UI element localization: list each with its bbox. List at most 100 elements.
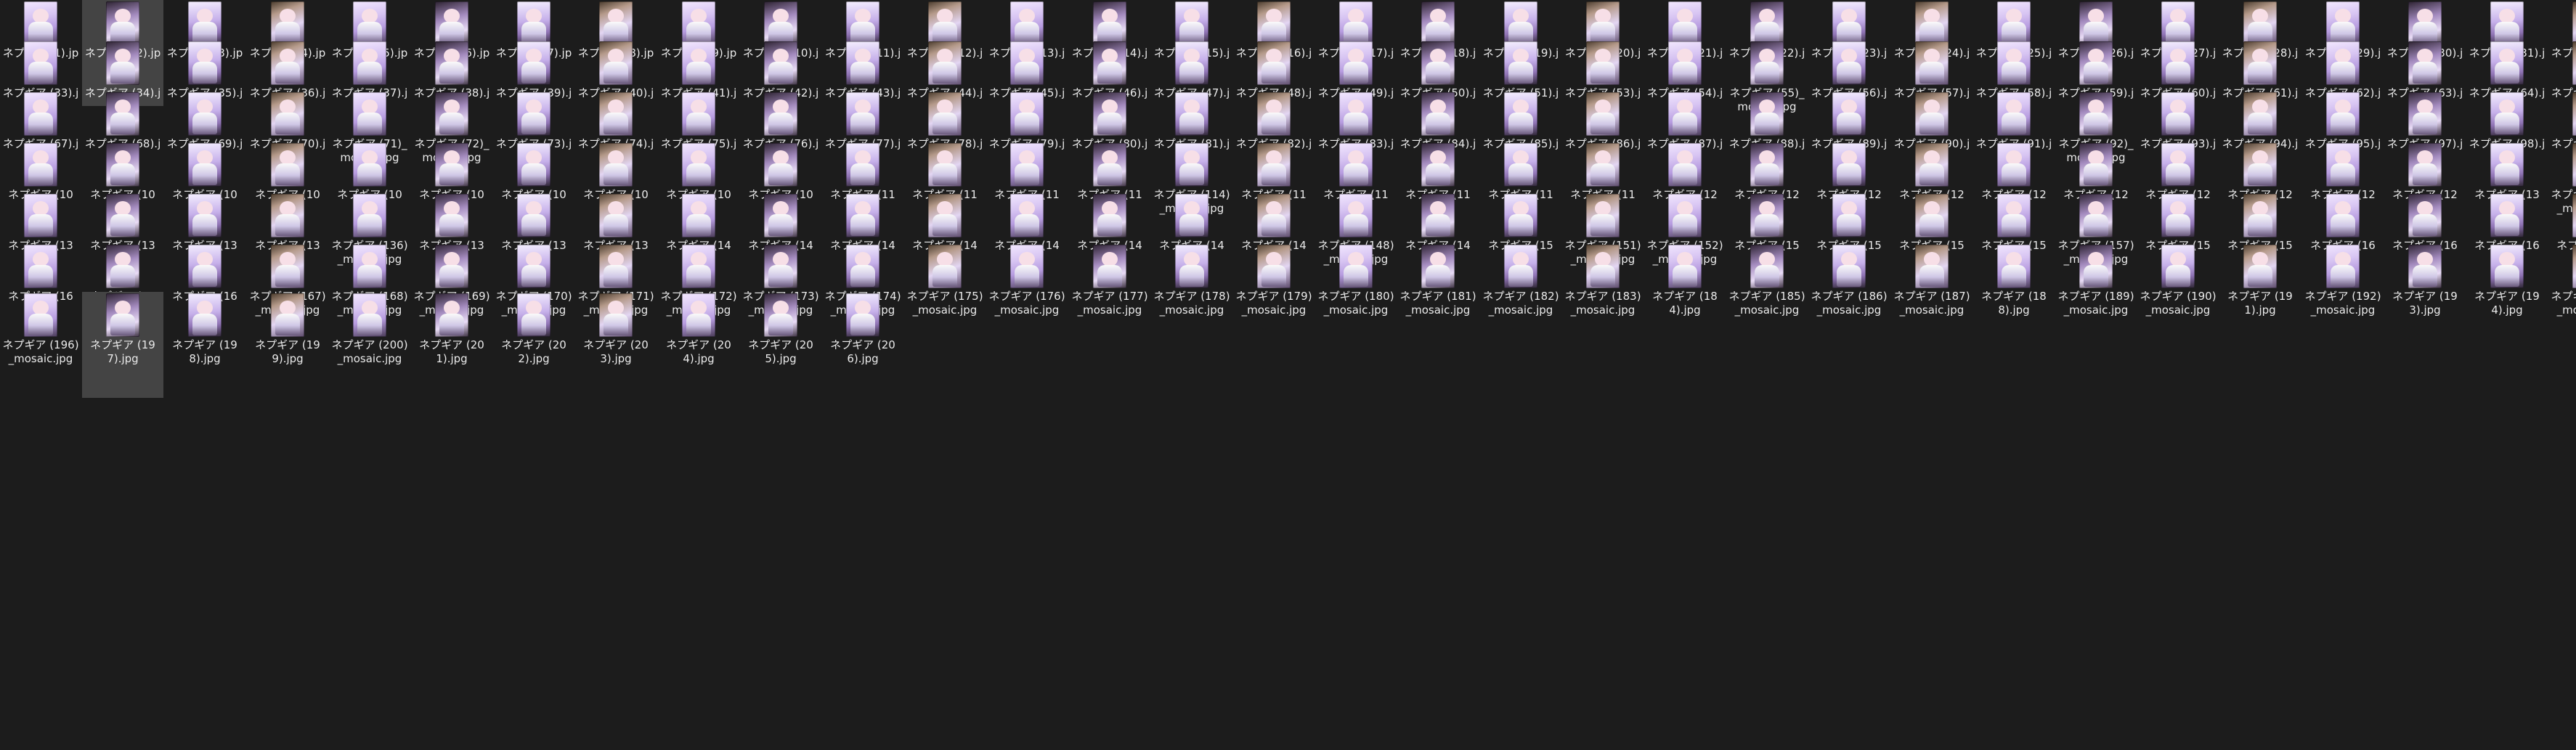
image-thumbnail-icon	[1997, 245, 2031, 288]
file-item[interactable]: ネプギア (191).jpg	[2219, 243, 2301, 349]
file-item[interactable]: ネプギア (198).jpg	[164, 292, 245, 398]
file-item[interactable]: ネプギア (189)_mosaic.jpg	[2055, 243, 2137, 349]
image-thumbnail-icon	[1997, 92, 2031, 136]
image-thumbnail-icon	[2490, 245, 2524, 288]
image-thumbnail-icon	[1915, 143, 1949, 187]
image-thumbnail-icon	[106, 245, 139, 288]
file-name: ネプギア (178)_mosaic.jpg	[1153, 290, 1230, 317]
image-thumbnail-icon	[1997, 194, 2031, 237]
image-thumbnail-icon	[1010, 1, 1044, 45]
file-item[interactable]: ネプギア (201).jpg	[411, 292, 492, 398]
image-thumbnail-icon	[24, 245, 57, 288]
file-name: ネプギア (187)_mosaic.jpg	[1893, 290, 1970, 317]
file-item[interactable]: ネプギア (185)_mosaic.jpg	[1726, 243, 1808, 349]
file-item[interactable]: ネプギア (204).jpg	[658, 292, 739, 398]
file-name: ネプギア (189)_mosaic.jpg	[2057, 290, 2134, 317]
file-item[interactable]: ネプギア (203).jpg	[575, 292, 657, 398]
file-item[interactable]: ネプギア (178)_mosaic.jpg	[1151, 243, 1232, 349]
image-thumbnail-icon	[2490, 143, 2524, 187]
image-thumbnail-icon	[1010, 92, 1044, 136]
image-thumbnail-icon	[599, 245, 633, 288]
file-item[interactable]: ネプギア (188).jpg	[1973, 243, 2055, 349]
file-item[interactable]: ネプギア (192)_mosaic.jpg	[2302, 243, 2384, 349]
file-item[interactable]: ネプギア (190)_mosaic.jpg	[2137, 243, 2219, 349]
image-thumbnail-icon	[682, 1, 715, 45]
image-thumbnail-icon	[353, 245, 386, 288]
image-thumbnail-icon	[24, 1, 57, 45]
file-item[interactable]: ネプギア (205).jpg	[740, 292, 821, 398]
image-thumbnail-icon	[2243, 245, 2277, 288]
image-thumbnail-icon	[599, 194, 633, 237]
file-item[interactable]: ネプギア (181)_mosaic.jpg	[1397, 243, 1479, 349]
image-thumbnail-icon	[1010, 245, 1044, 288]
image-thumbnail-icon	[928, 143, 962, 187]
image-thumbnail-icon	[1504, 92, 1537, 136]
image-thumbnail-icon	[1997, 41, 2031, 85]
image-thumbnail-icon	[1504, 41, 1537, 85]
image-thumbnail-icon	[928, 194, 962, 237]
image-thumbnail-icon	[2079, 194, 2113, 237]
file-name: ネプギア (206).jpg	[830, 338, 895, 365]
image-thumbnail-icon	[2161, 41, 2195, 85]
file-grid[interactable]: ネプギア (1).jpgネプギア (2).jpgネプギア (3).jpgネプギア…	[0, 0, 2576, 750]
image-thumbnail-icon	[517, 245, 550, 288]
image-thumbnail-icon	[1175, 143, 1208, 187]
file-item[interactable]: ネプギア (199).jpg	[247, 292, 328, 398]
file-name: ネプギア (185)_mosaic.jpg	[1728, 290, 1805, 317]
file-item[interactable]: ネプギア (175)_mosaic.jpg	[904, 243, 986, 349]
file-item[interactable]: ネプギア (195)_mosaic.jpg	[2548, 243, 2576, 349]
file-item[interactable]: ネプギア (196)_mosaic.jpg	[0, 292, 81, 398]
image-thumbnail-icon	[1093, 92, 1126, 136]
image-thumbnail-icon	[271, 194, 304, 237]
image-thumbnail-icon	[2079, 245, 2113, 288]
file-item[interactable]: ネプギア (186)_mosaic.jpg	[1808, 243, 1890, 349]
image-thumbnail-icon	[1010, 41, 1044, 85]
file-item[interactable]: ネプギア (194).jpg	[2466, 243, 2548, 349]
image-thumbnail-icon	[2243, 41, 2277, 85]
image-thumbnail-icon	[846, 143, 879, 187]
image-thumbnail-icon	[1093, 245, 1126, 288]
file-item[interactable]: ネプギア (179)_mosaic.jpg	[1233, 243, 1315, 349]
image-thumbnail-icon	[1339, 143, 1373, 187]
file-item[interactable]: ネプギア (180)_mosaic.jpg	[1315, 243, 1397, 349]
image-thumbnail-icon	[764, 293, 797, 337]
image-thumbnail-icon	[2572, 41, 2576, 85]
image-thumbnail-icon	[599, 92, 633, 136]
image-thumbnail-icon	[764, 143, 797, 187]
file-item[interactable]: ネプギア (202).jpg	[493, 292, 574, 398]
image-thumbnail-icon	[1175, 194, 1208, 237]
file-item[interactable]: ネプギア (197).jpg	[82, 292, 163, 398]
image-thumbnail-icon	[271, 1, 304, 45]
image-thumbnail-icon	[1175, 41, 1208, 85]
image-thumbnail-icon	[682, 143, 715, 187]
image-thumbnail-icon	[1668, 194, 1702, 237]
image-thumbnail-icon	[353, 143, 386, 187]
file-item[interactable]: ネプギア (176)_mosaic.jpg	[986, 243, 1068, 349]
image-thumbnail-icon	[1421, 245, 1455, 288]
file-item[interactable]: ネプギア (183)_mosaic.jpg	[1562, 243, 1643, 349]
file-item[interactable]: ネプギア (184).jpg	[1644, 243, 1726, 349]
image-thumbnail-icon	[1915, 92, 1949, 136]
file-item[interactable]: ネプギア (177)_mosaic.jpg	[1069, 243, 1150, 349]
file-item[interactable]: ネプギア (182)_mosaic.jpg	[1480, 243, 1561, 349]
image-thumbnail-icon	[599, 1, 633, 45]
file-name: ネプギア (183)_mosaic.jpg	[1564, 290, 1641, 317]
file-item[interactable]: ネプギア (193).jpg	[2384, 243, 2466, 349]
image-thumbnail-icon	[682, 245, 715, 288]
image-thumbnail-icon	[435, 41, 468, 85]
image-thumbnail-icon	[435, 245, 468, 288]
image-thumbnail-icon	[271, 245, 304, 288]
file-name: ネプギア (204).jpg	[666, 338, 731, 365]
file-item[interactable]: ネプギア (187)_mosaic.jpg	[1891, 243, 1972, 349]
image-thumbnail-icon	[106, 293, 139, 337]
file-name: ネプギア (198).jpg	[172, 338, 237, 365]
file-name: ネプギア (179)_mosaic.jpg	[1235, 290, 1312, 317]
image-thumbnail-icon	[1175, 1, 1208, 45]
image-thumbnail-icon	[1750, 245, 1784, 288]
file-name: ネプギア (186)_mosaic.jpg	[1811, 290, 1888, 317]
image-thumbnail-icon	[2079, 143, 2113, 187]
image-thumbnail-icon	[188, 1, 222, 45]
file-item[interactable]: ネプギア (200)_mosaic.jpg	[329, 292, 410, 398]
image-thumbnail-icon	[2572, 92, 2576, 136]
file-item[interactable]: ネプギア (206).jpg	[822, 292, 903, 398]
